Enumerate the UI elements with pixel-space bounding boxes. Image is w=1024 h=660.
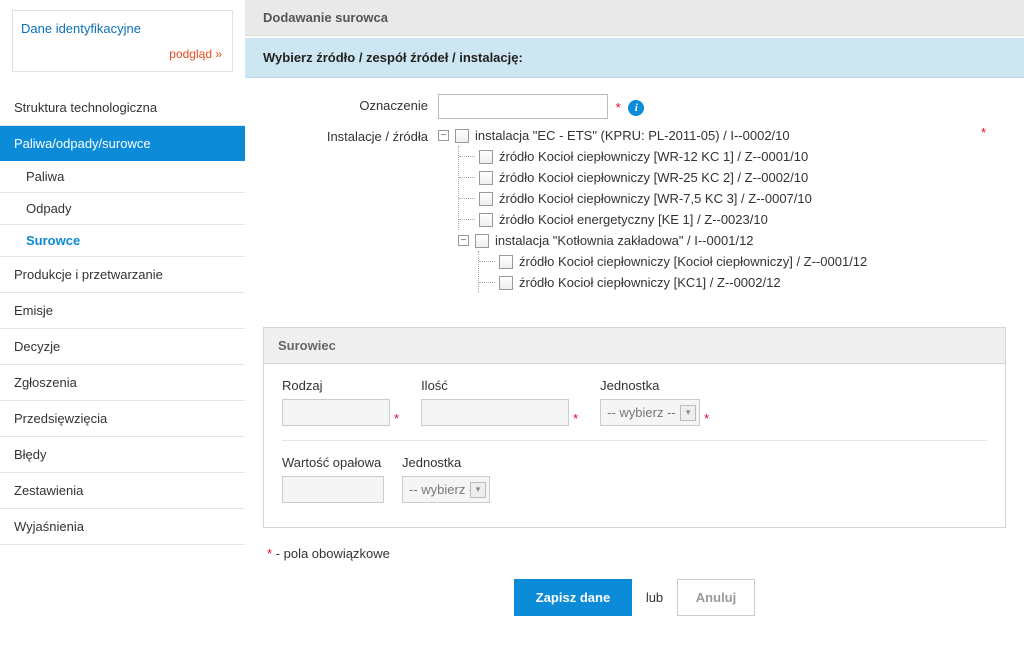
main-content: Dodawanie surowca Wybierz źródło / zespó… xyxy=(245,0,1024,636)
tree-child-label[interactable]: źródło Kocioł ciepłowniczy [WR-7,5 KC 3]… xyxy=(499,191,812,206)
tree-checkbox[interactable] xyxy=(479,171,493,185)
tree-node-installation-1: − instalacja "EC - ETS" (KPRU: PL-2011-0… xyxy=(438,125,1006,146)
preview-link[interactable]: podgląd » xyxy=(169,47,222,61)
form-area: Oznaczenie * i Instalacje / źródła * − xyxy=(245,78,1024,315)
identification-title[interactable]: Dane identyfikacyjne xyxy=(21,21,224,36)
cancel-button[interactable]: Anuluj xyxy=(677,579,755,616)
label-wartosc: Wartość opałowa xyxy=(282,455,384,470)
tree-child: źródło Kocioł ciepłowniczy [WR-25 KC 2] … xyxy=(459,167,1006,188)
jednostka-select-2[interactable]: -- wybierz -- ▾ xyxy=(402,476,490,503)
divider xyxy=(282,440,987,441)
identification-box: Dane identyfikacyjne podgląd » xyxy=(12,10,233,72)
label-ilosc: Ilość xyxy=(421,378,582,393)
tree-checkbox[interactable] xyxy=(475,234,489,248)
sidebar-sub-surowce[interactable]: Surowce xyxy=(0,225,245,257)
label-jednostka: Jednostka xyxy=(600,378,713,393)
tree-child: źródło Kocioł ciepłowniczy [Kocioł ciepł… xyxy=(479,251,1006,272)
tree-checkbox[interactable] xyxy=(499,255,513,269)
sidebar-item-decyzje[interactable]: Decyzje xyxy=(0,329,245,365)
sidebar: Dane identyfikacyjne podgląd » Struktura… xyxy=(0,0,245,636)
rodzaj-input[interactable] xyxy=(282,399,390,426)
label-instalacje: Instalacje / źródła xyxy=(263,125,438,293)
chevron-down-icon: ▾ xyxy=(470,482,486,498)
tree-checkbox[interactable] xyxy=(499,276,513,290)
sidebar-item-bledy[interactable]: Błędy xyxy=(0,437,245,473)
tree-node-label[interactable]: instalacja "EC - ETS" (KPRU: PL-2011-05)… xyxy=(475,128,790,143)
tree-child: źródło Kocioł ciepłowniczy [WR-12 KC 1] … xyxy=(459,146,1006,167)
label-rodzaj: Rodzaj xyxy=(282,378,403,393)
sidebar-item-struktura[interactable]: Struktura technologiczna xyxy=(0,90,245,126)
sidebar-sub-odpady[interactable]: Odpady xyxy=(0,193,245,225)
tree-child-label[interactable]: źródło Kocioł energetyczny [KE 1] / Z--0… xyxy=(499,212,768,227)
save-button[interactable]: Zapisz dane xyxy=(514,579,632,616)
page-title: Dodawanie surowca xyxy=(245,0,1024,36)
select-placeholder: -- wybierz -- xyxy=(409,482,478,497)
info-icon[interactable]: i xyxy=(628,100,644,116)
tree-checkbox[interactable] xyxy=(479,192,493,206)
surowiec-panel: Surowiec Rodzaj * Ilość * xyxy=(263,327,1006,528)
actions-bar: Zapisz dane lub Anuluj xyxy=(245,579,1024,616)
section-title: Wybierz źródło / zespół źródeł / instala… xyxy=(245,38,1024,78)
panel-title: Surowiec xyxy=(264,328,1005,364)
tree-children-2: źródło Kocioł ciepłowniczy [Kocioł ciepł… xyxy=(478,251,1006,293)
installations-tree: − instalacja "EC - ETS" (KPRU: PL-2011-0… xyxy=(438,125,1006,293)
chevron-down-icon: ▾ xyxy=(680,405,696,421)
ilosc-input[interactable] xyxy=(421,399,569,426)
tree-child-label[interactable]: źródło Kocioł ciepłowniczy [WR-12 KC 1] … xyxy=(499,149,808,164)
tree-toggle-icon[interactable]: − xyxy=(458,235,469,246)
sidebar-item-produkcje[interactable]: Produkcje i przetwarzanie xyxy=(0,257,245,293)
tree-child-label[interactable]: źródło Kocioł ciepłowniczy [KC1] / Z--00… xyxy=(519,275,781,290)
sidebar-item-wyjasnienia[interactable]: Wyjaśnienia xyxy=(0,509,245,545)
select-placeholder: -- wybierz -- xyxy=(607,405,676,420)
required-asterisk: * xyxy=(616,100,621,115)
tree-child: źródło Kocioł ciepłowniczy [WR-7,5 KC 3]… xyxy=(459,188,1006,209)
tree-checkbox[interactable] xyxy=(479,150,493,164)
note-text: - pola obowiązkowe xyxy=(272,546,390,561)
wartosc-input[interactable] xyxy=(282,476,384,503)
tree-node-installation-2: − instalacja "Kotłownia zakładowa" / I--… xyxy=(458,230,1006,251)
tree-child: źródło Kocioł ciepłowniczy [KC1] / Z--00… xyxy=(479,272,1006,293)
required-asterisk: * xyxy=(704,411,709,426)
required-asterisk: * xyxy=(394,411,399,426)
jednostka-select[interactable]: -- wybierz -- ▾ xyxy=(600,399,700,426)
sidebar-item-zgloszenia[interactable]: Zgłoszenia xyxy=(0,365,245,401)
label-oznaczenie: Oznaczenie xyxy=(263,94,438,119)
tree-child: źródło Kocioł energetyczny [KE 1] / Z--0… xyxy=(459,209,1006,230)
or-text: lub xyxy=(646,590,663,605)
label-jednostka-2: Jednostka xyxy=(402,455,490,470)
sidebar-item-emisje[interactable]: Emisje xyxy=(0,293,245,329)
sidebar-item-zestawienia[interactable]: Zestawienia xyxy=(0,473,245,509)
tree-child-label[interactable]: źródło Kocioł ciepłowniczy [WR-25 KC 2] … xyxy=(499,170,808,185)
sidebar-item-paliwa-odpady-surowce[interactable]: Paliwa/odpady/surowce xyxy=(0,126,245,161)
sidebar-menu: Struktura technologiczna Paliwa/odpady/s… xyxy=(0,90,245,545)
oznaczenie-input[interactable] xyxy=(438,94,608,119)
tree-children-1: źródło Kocioł ciepłowniczy [WR-12 KC 1] … xyxy=(458,146,1006,230)
tree-checkbox[interactable] xyxy=(479,213,493,227)
tree-checkbox[interactable] xyxy=(455,129,469,143)
tree-node-label[interactable]: instalacja "Kotłownia zakładowa" / I--00… xyxy=(495,233,754,248)
sidebar-item-przedsiewziecia[interactable]: Przedsięwzięcia xyxy=(0,401,245,437)
required-note: * - pola obowiązkowe xyxy=(267,546,1002,561)
tree-toggle-icon[interactable]: − xyxy=(438,130,449,141)
tree-child-label[interactable]: źródło Kocioł ciepłowniczy [Kocioł ciepł… xyxy=(519,254,867,269)
required-asterisk: * xyxy=(573,411,578,426)
sidebar-sub-paliwa[interactable]: Paliwa xyxy=(0,161,245,193)
